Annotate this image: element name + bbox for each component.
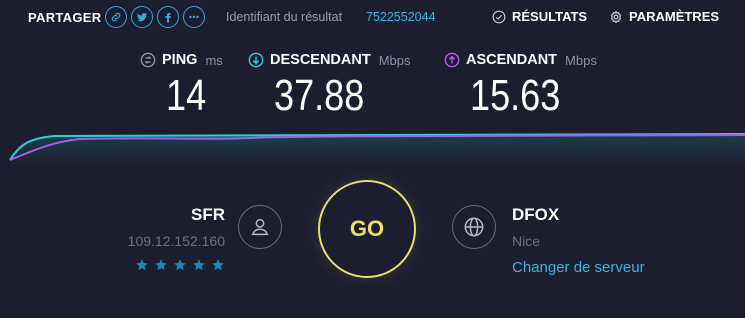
ping-value: 14 [166,71,207,120]
upload-value: 15.63 [470,71,561,120]
upload-metric: ASCENDANT Mbps 15.63 [444,50,597,118]
star-icon[interactable] [211,258,225,272]
change-server-link[interactable]: Changer de serveur [512,259,645,276]
star-icon[interactable] [135,258,149,272]
star-icon[interactable] [173,258,187,272]
gear-icon [610,9,622,24]
facebook-icon[interactable] [157,6,179,28]
server-name: DFOX [512,205,560,224]
ping-icon [140,52,156,68]
star-icon[interactable] [192,258,206,272]
globe-icon [464,217,484,237]
isp-name: SFR [191,205,225,224]
ping-label: PING [162,52,198,68]
download-metric: DESCENDANT Mbps 37.88 [248,50,411,118]
isp-rating[interactable] [135,258,225,272]
top-bar: PARTAGER Identifiant du résultat 7522552… [0,0,745,34]
user-icon [251,218,269,236]
results-label: RÉSULTATS [512,9,588,24]
upload-arrow-icon [444,52,460,68]
results-button[interactable]: RÉSULTATS [492,9,587,24]
share-label: PARTAGER [28,10,102,25]
download-unit: Mbps [378,52,411,68]
server-location: Nice [512,233,541,249]
speed-graph [9,133,745,167]
twitter-icon[interactable] [131,6,153,28]
star-icon[interactable] [154,258,168,272]
isp-avatar [238,205,282,249]
result-id-link[interactable]: 7522552044 [366,10,436,24]
isp-ip: 109.12.152.160 [127,233,225,249]
more-icon[interactable] [183,6,205,28]
ping-metric: PING ms 14 [140,50,223,118]
settings-button[interactable]: PARAMÈTRES [609,9,719,24]
upload-label: ASCENDANT [466,52,558,68]
download-value: 37.88 [274,71,365,120]
link-icon[interactable] [105,6,127,28]
share-icons [105,6,205,28]
server-avatar[interactable] [452,205,496,249]
download-label: DESCENDANT [270,52,371,68]
ping-unit: ms [205,52,223,68]
download-arrow-icon [248,52,264,68]
go-button[interactable]: GO [318,180,416,278]
check-circle-icon [492,10,506,23]
upload-unit: Mbps [565,52,597,68]
settings-label: PARAMÈTRES [629,9,720,24]
result-id-label: Identifiant du résultat [226,10,343,24]
